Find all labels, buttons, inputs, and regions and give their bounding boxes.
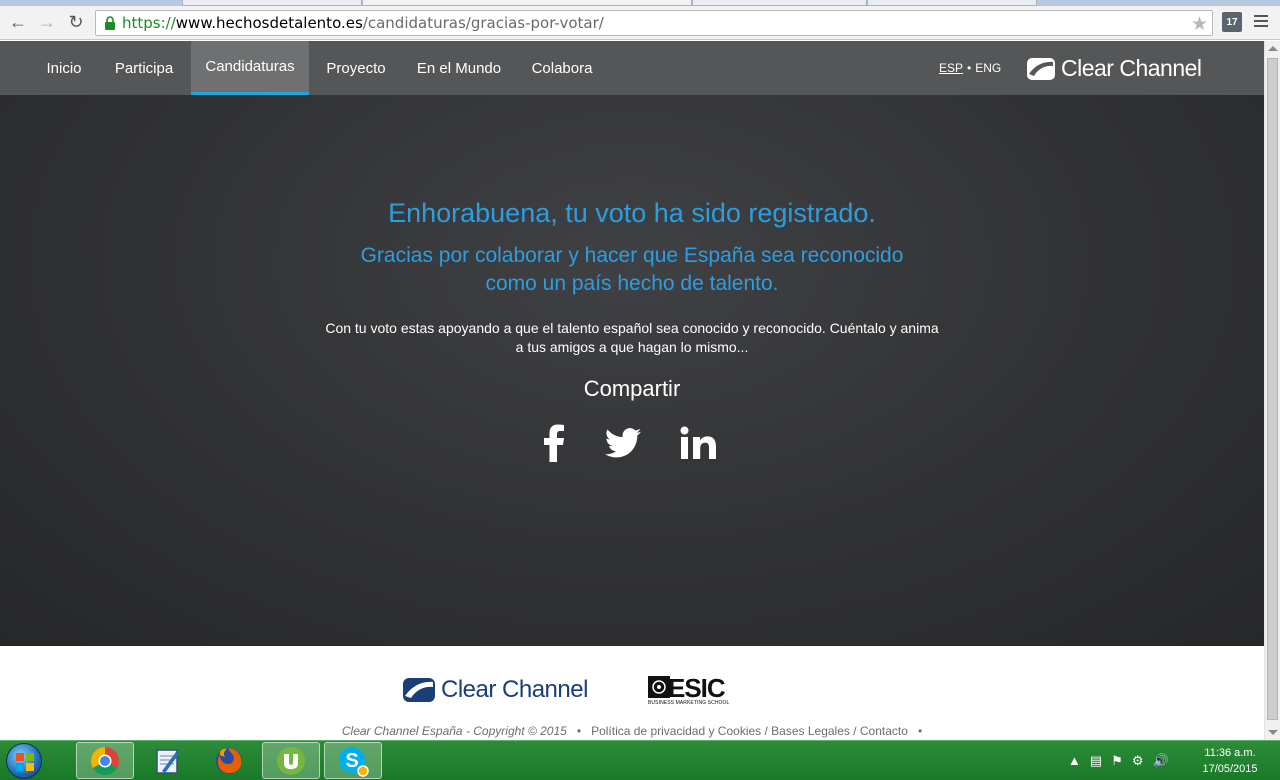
taskbar-utorrent-button[interactable] [262, 742, 320, 779]
footer-cc-logo-text: Clear Channel [441, 676, 588, 703]
hero-subtitle: Gracias por colaborar y hacer que España… [360, 244, 904, 295]
scrollbar-thumb[interactable] [1267, 58, 1278, 720]
clock-date: 17/05/2015 [1202, 763, 1258, 775]
scroll-down-arrow-icon[interactable] [1268, 730, 1278, 735]
twitter-icon [605, 428, 641, 458]
share-heading: Compartir [583, 376, 681, 401]
nav-item-en-el-mundo[interactable]: En el Mundo [403, 41, 515, 95]
lang-separator: • [967, 61, 972, 75]
hero-body-text: Con tu voto estas apoyando a que el tale… [325, 320, 939, 355]
taskbar-clock[interactable]: 11:36 a.m. 17/05/2015 [1190, 745, 1270, 777]
tray-volume-icon[interactable]: 🔊 [1152, 753, 1168, 769]
skype-icon: S [339, 746, 369, 777]
copyright-owner: Clear Channel España - Copyright © 2015 [341, 724, 567, 738]
windows-taskbar: S ▲ ▤ ⚑ ⚙ 🔊 11:36 a.m. 17/05/2015 [0, 740, 1280, 780]
address-bar[interactable]: https://www.hechosdetalento.es/candidatu… [95, 10, 1213, 36]
linkedin-share-button[interactable] [678, 421, 718, 465]
extension-badge: 17 [1226, 16, 1238, 28]
page-scrollbar[interactable] [1264, 41, 1280, 740]
clock-time: 11:36 a.m. [1204, 747, 1256, 759]
reload-button[interactable]: ↻ [64, 10, 88, 34]
tray-flag-icon[interactable]: ⚑ [1111, 753, 1123, 769]
chrome-icon [91, 746, 119, 775]
utorrent-icon [277, 746, 305, 775]
address-url[interactable]: https://www.hechosdetalento.es/candidatu… [122, 14, 604, 32]
page-title: Enhorabuena, tu voto ha sido registrado. [388, 198, 876, 228]
lock-icon [101, 15, 119, 31]
footer-esic-logo[interactable]: ESIC BUSINESS MARKETING SCHOOL [648, 673, 740, 708]
lang-esp-link[interactable]: ESP [939, 61, 963, 75]
taskbar-notepad-button[interactable] [138, 742, 196, 779]
facebook-icon [544, 424, 564, 462]
firefox-icon [216, 747, 242, 774]
language-switcher: ESP • ENG [939, 61, 1001, 75]
lang-eng-link[interactable]: ENG [975, 61, 1001, 75]
esic-emblem-icon [648, 676, 670, 698]
browser-toolbar: ← → ↻ https://www.hechosdetalento.es/can… [0, 6, 1280, 40]
copyright-line: Clear Channel España - Copyright © 2015 … [0, 724, 1264, 738]
linkedin-icon [680, 426, 716, 459]
bookmark-star-icon[interactable]: ★ [1191, 13, 1208, 36]
browser-menu-icon[interactable] [1254, 15, 1268, 30]
site-nav: Inicio Participa Candidaturas Proyecto E… [0, 41, 1264, 95]
nav-item-proyecto[interactable]: Proyecto [311, 41, 401, 95]
taskbar-firefox-button[interactable] [200, 742, 258, 779]
taskbar-chrome-button[interactable] [76, 742, 134, 779]
facebook-share-button[interactable] [538, 421, 570, 465]
start-button[interactable] [6, 743, 42, 779]
footer-clear-channel-logo[interactable]: Clear Channel [402, 676, 588, 704]
clear-channel-logo-icon [1027, 57, 1055, 80]
tray-expand-icon[interactable]: ▲ [1068, 753, 1081, 769]
nav-item-inicio[interactable]: Inicio [29, 41, 99, 95]
notepad-icon [156, 748, 179, 774]
taskbar-skype-button[interactable]: S [324, 742, 382, 779]
tray-network-icon[interactable]: ▤ [1090, 753, 1102, 769]
system-tray: ▲ ▤ ⚑ ⚙ 🔊 [1068, 753, 1169, 769]
page-viewport: Inicio Participa Candidaturas Proyecto E… [0, 41, 1264, 740]
tray-power-icon[interactable]: ⚙ [1132, 753, 1144, 769]
site-logo[interactable]: Clear Channel [1026, 55, 1202, 82]
clear-channel-logo-icon [403, 678, 435, 702]
scroll-up-arrow-icon[interactable] [1268, 46, 1278, 51]
nav-item-colabora[interactable]: Colabora [517, 41, 607, 95]
back-button[interactable]: ← [6, 10, 30, 34]
svg-text:S: S [345, 750, 358, 772]
nav-item-candidaturas[interactable]: Candidaturas [191, 41, 309, 95]
nav-item-participa[interactable]: Participa [99, 41, 189, 95]
twitter-share-button[interactable] [603, 421, 643, 465]
copyright-trailing-separator: • [917, 724, 923, 738]
forward-button[interactable]: → [35, 10, 59, 34]
confirmation-hero: Enhorabuena, tu voto ha sido registrado.… [0, 95, 1264, 646]
footer-legal-links[interactable]: Política de privacidad y Cookies / Bases… [591, 724, 908, 738]
page-footer: Clear Channel ESIC BUSINESS MARKETING SC… [0, 646, 1264, 740]
copyright-separator: • [576, 724, 582, 738]
extension-button[interactable]: 17 [1222, 12, 1242, 32]
windows-logo-icon [16, 753, 34, 771]
esic-tagline: BUSINESS MARKETING SCHOOL [648, 700, 730, 706]
site-logo-text: Clear Channel [1061, 55, 1202, 81]
